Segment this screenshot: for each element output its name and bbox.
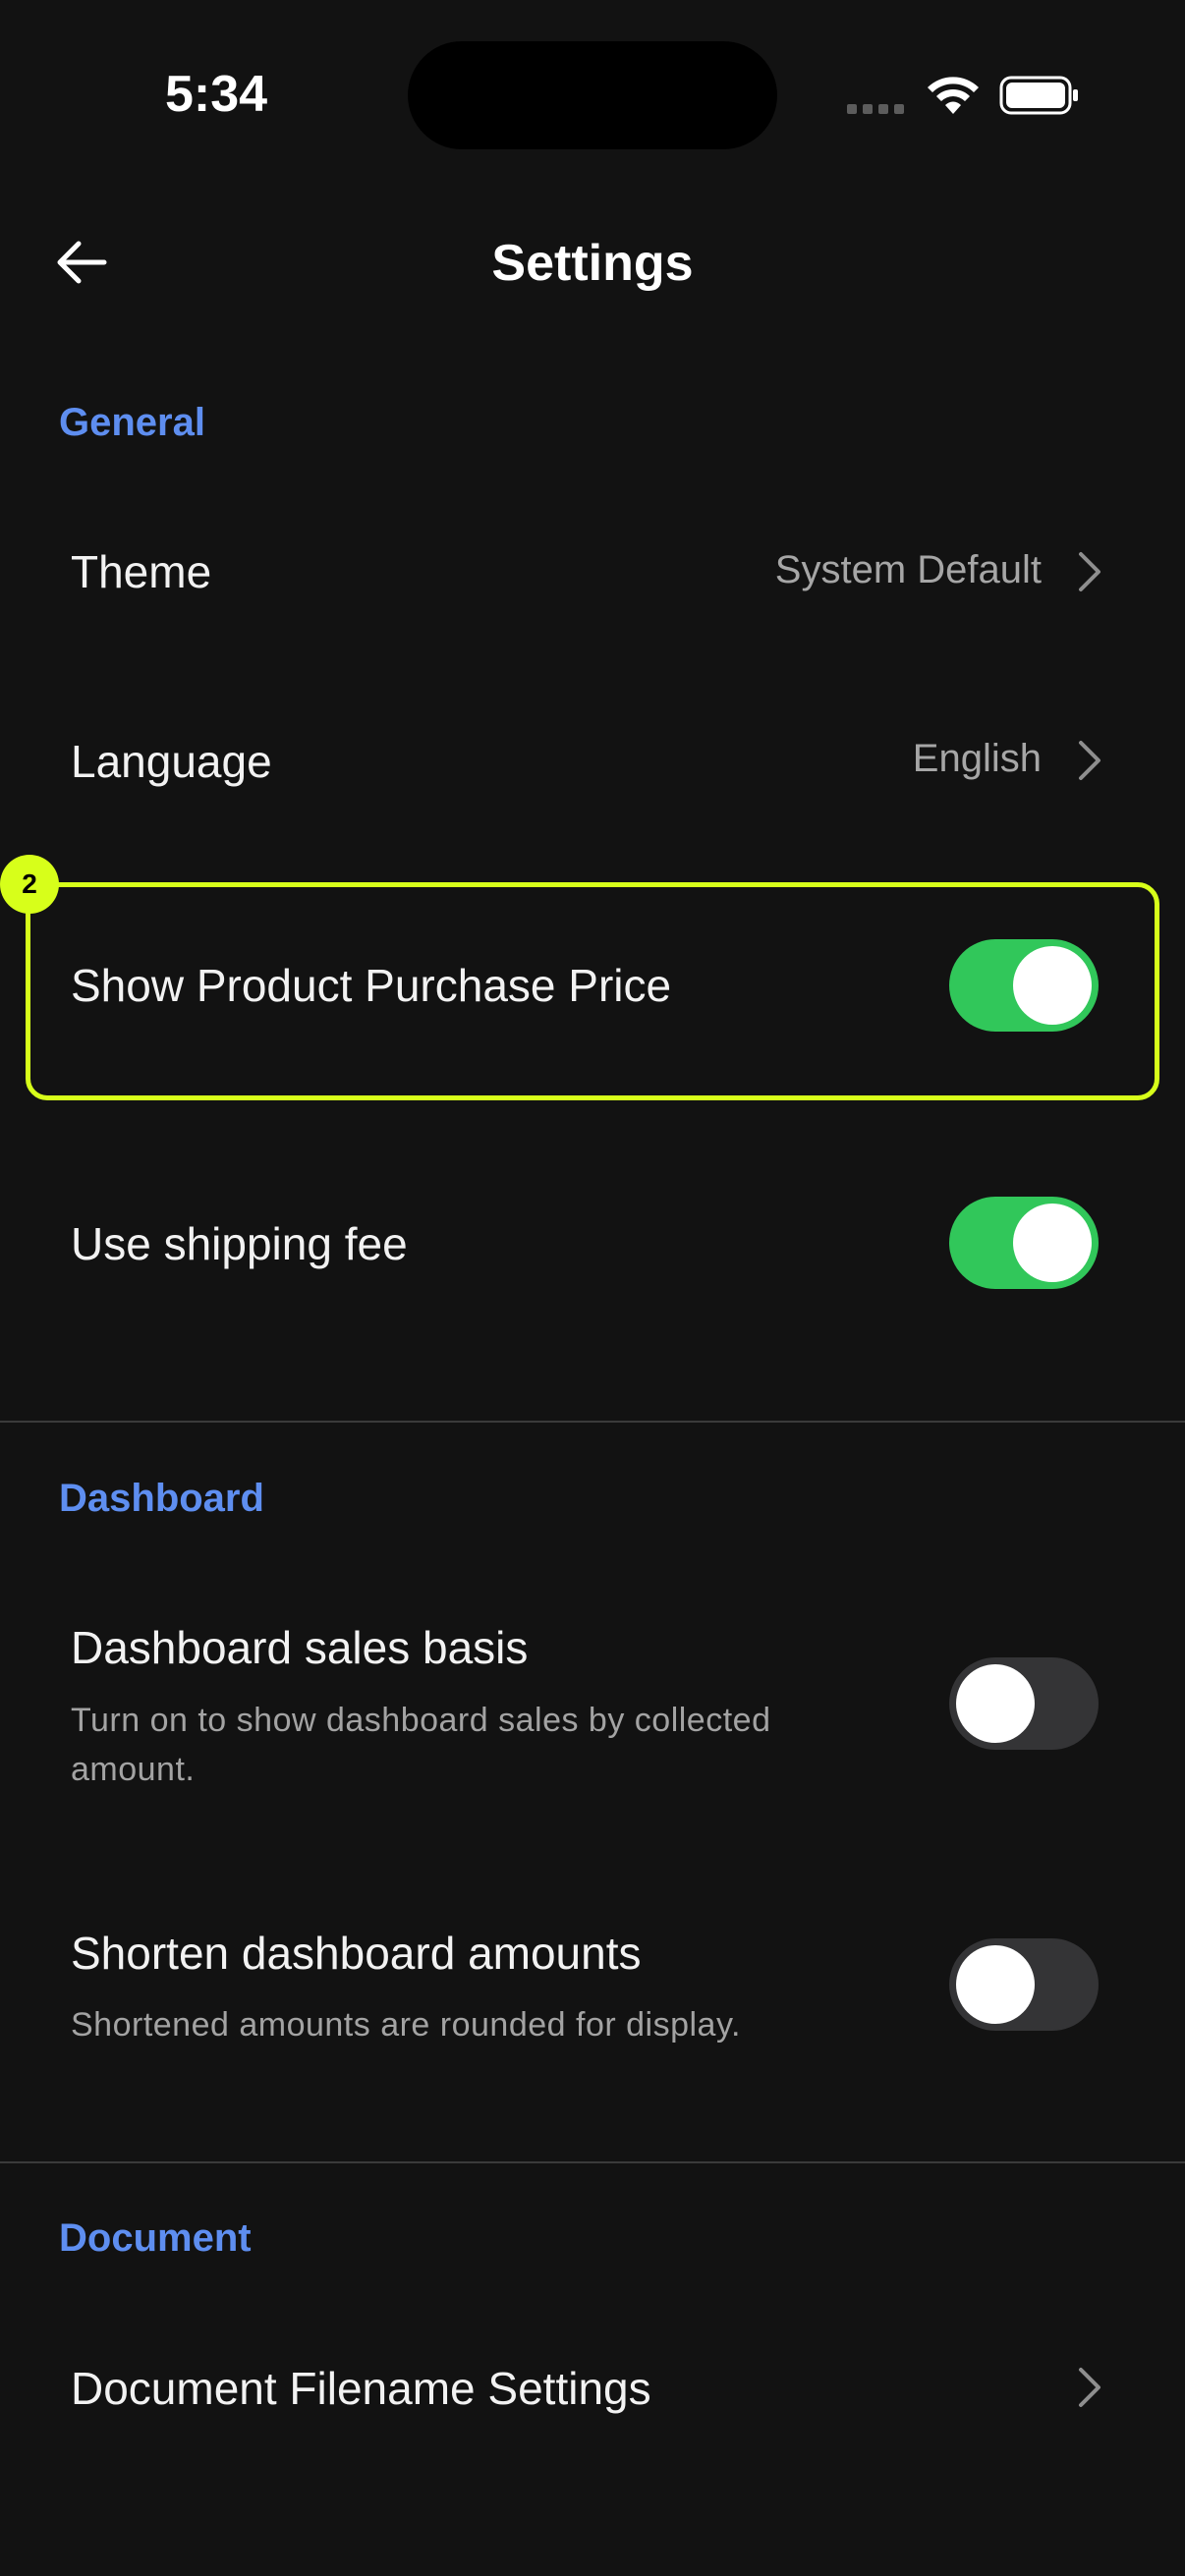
dashboard-sales-basis-label: Dashboard sales basis (71, 1622, 529, 1673)
document-filename-label: Document Filename Settings (71, 2363, 651, 2414)
annotation-badge: 2 (0, 855, 59, 914)
shorten-amounts-label: Shorten dashboard amounts (71, 1928, 642, 1979)
toggle-knob (956, 1945, 1035, 2024)
show-purchase-price-toggle[interactable] (949, 939, 1099, 1032)
show-purchase-price-label: Show Product Purchase Price (71, 960, 672, 1011)
theme-value: System Default (774, 548, 1042, 591)
language-label: Language (71, 736, 272, 787)
language-value: English (912, 737, 1042, 780)
status-bar: 5:34 (0, 0, 1185, 196)
shipping-fee-label: Use shipping fee (71, 1218, 408, 1269)
battery-icon (999, 76, 1078, 115)
page-title: Settings (491, 235, 694, 292)
section-header-document: Document (59, 2216, 252, 2260)
dashboard-sales-basis-description: Turn on to show dashboard sales by colle… (71, 1702, 771, 1788)
section-divider (0, 2161, 1185, 2163)
dynamic-island (408, 41, 777, 149)
toggle-knob (1013, 946, 1092, 1025)
chevron-right-icon (1079, 741, 1100, 780)
toggle-knob (1013, 1204, 1092, 1282)
toggle-knob (956, 1664, 1035, 1743)
shipping-fee-toggle[interactable] (949, 1197, 1099, 1289)
section-divider (0, 1421, 1185, 1423)
status-time: 5:34 (165, 66, 268, 123)
dashboard-sales-basis-toggle[interactable] (949, 1657, 1099, 1750)
shorten-amounts-description: Shortened amounts are rounded for displa… (71, 2006, 741, 2044)
shorten-amounts-toggle[interactable] (949, 1938, 1099, 2031)
theme-label: Theme (71, 546, 212, 597)
chevron-right-icon (1079, 2368, 1100, 2407)
cellular-signal-icon (847, 104, 906, 116)
chevron-right-icon (1079, 552, 1100, 591)
section-header-general: General (59, 401, 205, 444)
section-header-dashboard: Dashboard (59, 1477, 264, 1520)
wifi-icon (928, 77, 979, 114)
